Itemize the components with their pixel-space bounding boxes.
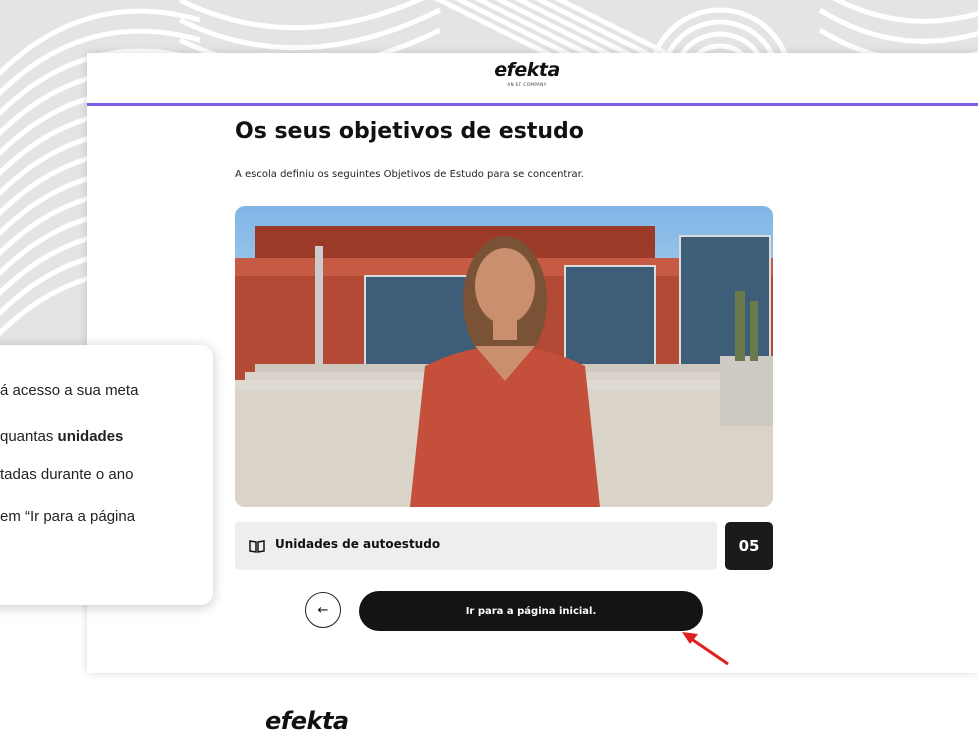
study-goal-label-box: Unidades de autoestudo (235, 522, 717, 570)
app-header: efekta AN EF COMPANY (87, 53, 978, 106)
callout-line-4: em “Ir para a página (0, 508, 136, 525)
study-goal-label: Unidades de autoestudo (275, 537, 441, 551)
brand-logo[interactable]: efekta AN EF COMPANY (467, 60, 587, 87)
red-arrow-icon (680, 628, 732, 672)
footer-brand-logo: efekta (265, 707, 349, 735)
instruction-callout: á acesso a sua meta quantas unidades tad… (0, 345, 213, 605)
page-title: Os seus objetivos de estudo (235, 119, 584, 144)
go-home-button[interactable]: Ir para a página inicial. (359, 591, 703, 631)
hero-photo (235, 206, 773, 507)
brand-name: efekta (494, 59, 560, 81)
brand-subtitle: AN EF COMPANY (507, 82, 547, 87)
callout-line-1: á acesso a sua meta (0, 382, 139, 399)
arrow-left-icon: ← (317, 602, 329, 618)
callout-line-2-bold: unidades (57, 428, 124, 445)
callout-line-3: tadas durante o ano (0, 466, 134, 483)
callout-line-2-text: quantas (0, 428, 58, 445)
study-goal-value: 05 (725, 522, 773, 570)
book-icon (249, 538, 265, 554)
callout-line-2: quantas unidades (0, 428, 200, 445)
app-window: efekta AN EF COMPANY Os seus objetivos d… (87, 53, 978, 673)
back-button[interactable]: ← (305, 592, 341, 628)
page-subtitle: A escola definiu os seguintes Objetivos … (235, 169, 584, 180)
study-goal-row: Unidades de autoestudo 05 (235, 522, 773, 570)
